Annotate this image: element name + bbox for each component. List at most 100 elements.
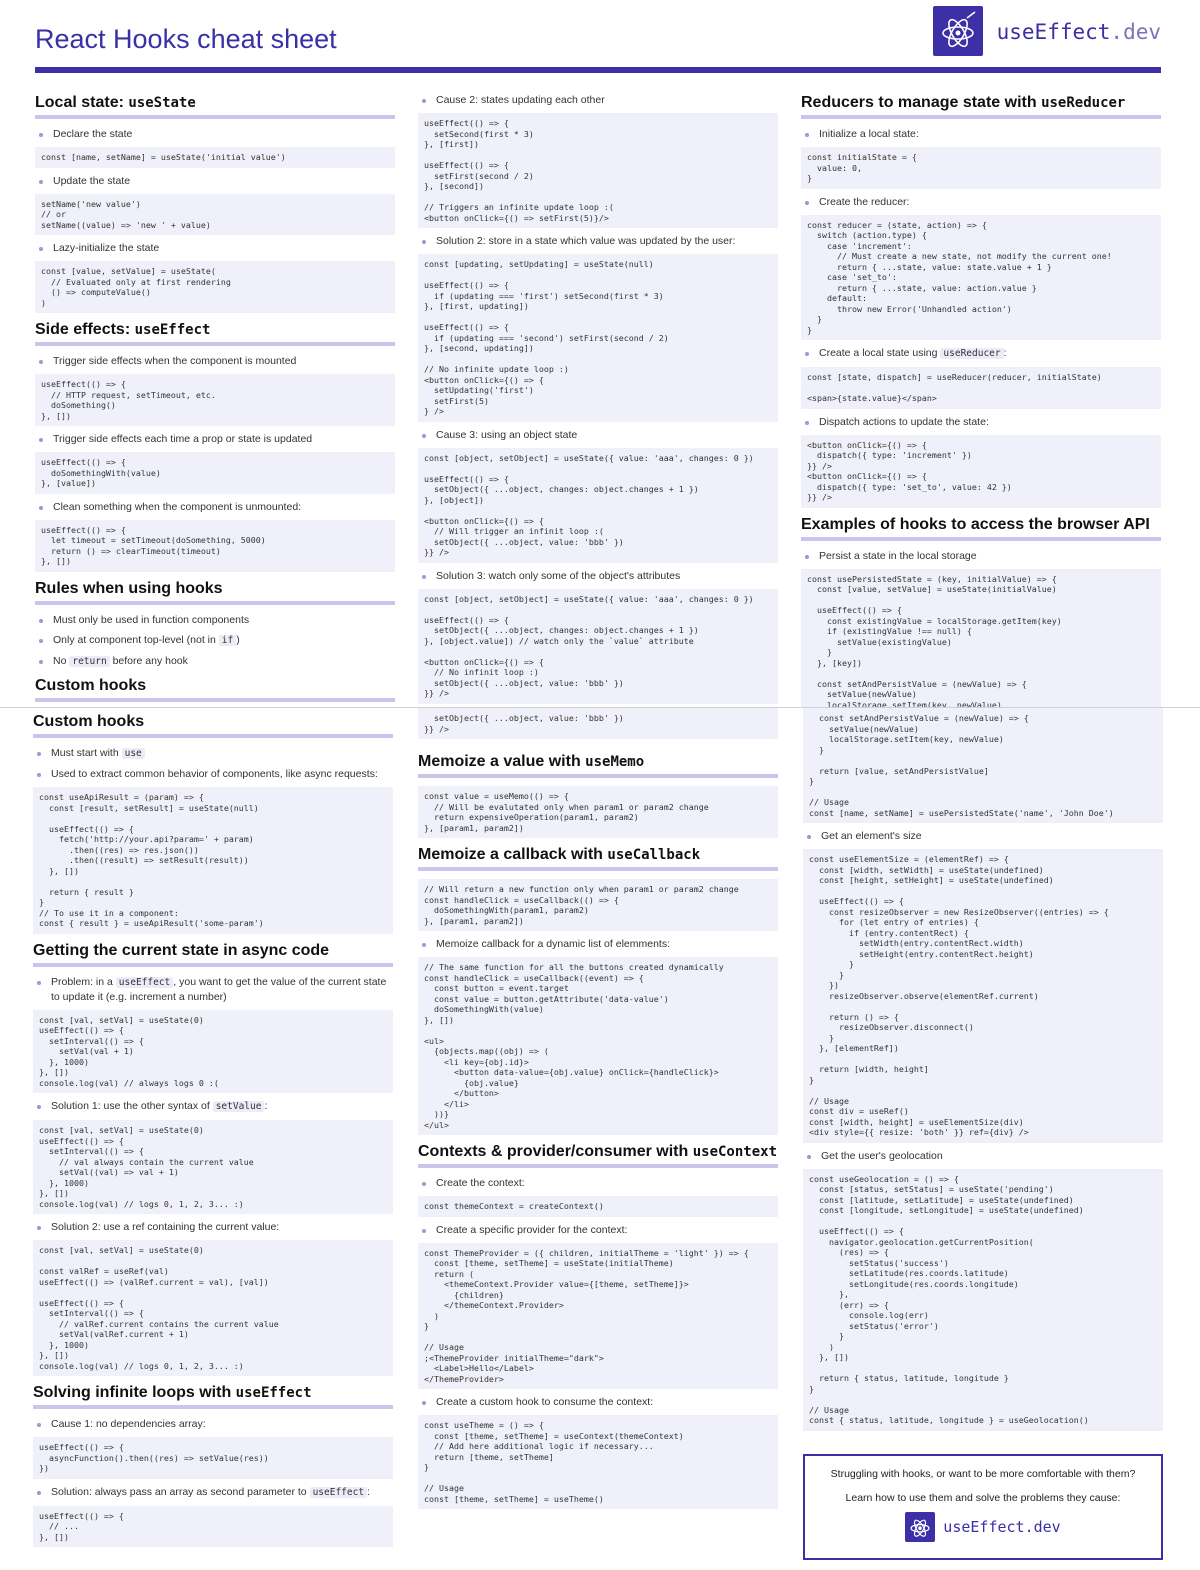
code-block: const setAndPersistValue = (newValue) =>… <box>803 708 1163 823</box>
list-item: Dispatch actions to update the state: <box>801 415 1161 429</box>
code-block: const value = useMemo(() => { // Will be… <box>418 786 778 838</box>
page1-column-2: Cause 2: states updating each other useE… <box>418 88 778 707</box>
code-block: useEffect(() => { // HTTP request, setTi… <box>35 374 395 426</box>
code-block: const initialState = { value: 0, } <box>801 147 1161 189</box>
list-item: Solution: always pass an array as second… <box>33 1485 393 1500</box>
cta-brand-link[interactable]: useEffect.dev <box>905 1512 1061 1542</box>
list-item: Cause 3: using an object state <box>418 428 778 442</box>
list-item: Create the context: <box>418 1176 778 1190</box>
section-usememo: Memoize a value with useMemo const value… <box>418 753 778 838</box>
section-usecallback: Memoize a callback with useCallback // W… <box>418 846 778 1135</box>
list-item: Declare the state <box>35 127 395 141</box>
code-block: const [updating, setUpdating] = useState… <box>418 254 778 422</box>
list-item: No return before any hook <box>35 654 395 669</box>
list-item: Must only be used in function components <box>35 613 395 627</box>
list-item: Create a specific provider for the conte… <box>418 1223 778 1237</box>
code-block: <button onClick={() => { dispatch({ type… <box>801 434 1161 508</box>
list-item: Create the reducer: <box>801 195 1161 209</box>
section-infinite-loops: Solving infinite loops with useEffect Ca… <box>33 1384 393 1547</box>
list-item: Trigger side effects when the component … <box>35 354 395 368</box>
list-item: Only at component top-level (not in if) <box>35 633 395 648</box>
section-title: Rules when using hooks <box>35 580 395 605</box>
list-item: Cause 1: no dependencies array: <box>33 1417 393 1431</box>
list-item: Used to extract common behavior of compo… <box>33 767 393 781</box>
page-title: React Hooks cheat sheet <box>35 24 337 54</box>
section-title: Side effects: useEffect <box>35 321 395 346</box>
code-block: useEffect(() => { let timeout = setTimeo… <box>35 519 395 572</box>
list-item: Initialize a local state: <box>801 127 1161 141</box>
list-item: Problem: in a useEffect, you want to get… <box>33 975 393 1004</box>
code-block: const reducer = (state, action) => { swi… <box>801 214 1161 340</box>
code-block: const ThemeProvider = ({ children, initi… <box>418 1242 778 1389</box>
brand-logo-text[interactable]: useEffect.dev <box>997 20 1161 44</box>
list-item: Trigger side effects each time a prop or… <box>35 432 395 446</box>
code-block: const [name, setName] = useState('initia… <box>35 147 395 168</box>
section-async-state: Getting the current state in async code … <box>33 942 393 1376</box>
section-title: Local state: useState <box>35 94 395 119</box>
atom-logo-icon <box>905 1512 936 1542</box>
code-block: const [val, setVal] = useState(0) const … <box>33 1240 393 1376</box>
header-divider <box>35 67 1161 73</box>
section-rules: Rules when using hooks Must only be used… <box>35 580 395 669</box>
list-item: Update the state <box>35 174 395 188</box>
code-block: const useTheme = () => { const [theme, s… <box>418 1415 778 1509</box>
code-block: const useApiResult = (param) => { const … <box>33 787 393 934</box>
section-title: Getting the current state in async code <box>33 942 393 967</box>
page-2: Custom hooks Must start with use Used to… <box>0 708 1200 1570</box>
list-item: Create a custom hook to consume the cont… <box>418 1395 778 1409</box>
cta-text: Struggling with hooks, or want to be mor… <box>830 1468 1136 1480</box>
code-block: setObject({ ...object, value: 'bbb' }) }… <box>418 708 778 739</box>
list-item: Get the user's geolocation <box>803 1149 1163 1163</box>
cta-text: Learn how to use them and solve the prob… <box>845 1492 1121 1504</box>
code-block: const [val, setVal] = useState(0) useEff… <box>33 1009 393 1093</box>
list-item: Solution 2: store in a state which value… <box>418 234 778 248</box>
section-title: Custom hooks <box>33 713 393 738</box>
page1-column-1: Local state: useState Declare the state … <box>35 94 395 707</box>
cta-brand-text: useEffect.dev <box>943 1518 1061 1536</box>
code-block: const [object, setObject] = useState({ v… <box>418 447 778 563</box>
page2-column-1: Custom hooks Must start with use Used to… <box>33 713 393 1555</box>
section-custom-hooks: Custom hooks Must start with use Used to… <box>33 713 393 934</box>
code-block: setName('new value') // or setName((valu… <box>35 193 395 235</box>
code-block: const [object, setObject] = useState({ v… <box>418 588 778 704</box>
section-browser-api: Examples of hooks to access the browser … <box>801 516 1161 707</box>
section-usecontext: Contexts & provider/consumer with useCon… <box>418 1143 778 1509</box>
list-item: Persist a state in the local storage <box>801 549 1161 563</box>
list-item: Cause 2: states updating each other <box>418 93 778 107</box>
code-block: useEffect(() => { setSecond(first * 3) }… <box>418 113 778 228</box>
code-block: const [val, setVal] = useState(0) useEff… <box>33 1120 393 1214</box>
list-item: Get an element's size <box>803 829 1163 843</box>
section-title: Memoize a value with useMemo <box>418 753 778 778</box>
atom-logo-icon <box>933 6 983 56</box>
cta-box: Struggling with hooks, or want to be mor… <box>803 1454 1163 1560</box>
section-title: Reducers to manage state with useReducer <box>801 94 1161 119</box>
code-block: useEffect(() => { // ... }, []) <box>33 1505 393 1547</box>
list-item: Create a local state using useReducer: <box>801 346 1161 361</box>
code-block: const usePersistedState = (key, initialV… <box>801 568 1161 707</box>
list-item: Clean something when the component is un… <box>35 500 395 514</box>
section-custom-hooks-teaser: Custom hooks <box>35 677 395 702</box>
code-block: const themeContext = createContext() <box>418 1196 778 1217</box>
code-block: const [state, dispatch] = useReducer(red… <box>801 367 1161 409</box>
code-block: // Will return a new function only when … <box>418 879 778 931</box>
list-item: Must start with use <box>33 746 393 761</box>
section-title: Examples of hooks to access the browser … <box>801 516 1161 541</box>
list-item: Memoize callback for a dynamic list of e… <box>418 937 778 951</box>
section-usestate: Local state: useState Declare the state … <box>35 94 395 313</box>
page2-column-2: setObject({ ...object, value: 'bbb' }) }… <box>418 708 778 1517</box>
section-title: Contexts & provider/consumer with useCon… <box>418 1143 778 1168</box>
list-item: Lazy-initialize the state <box>35 241 395 255</box>
page-1: React Hooks cheat sheet useEffect.dev Lo… <box>0 0 1200 708</box>
code-block: const useElementSize = (elementRef) => {… <box>803 849 1163 1143</box>
code-block: // The same function for all the buttons… <box>418 957 778 1135</box>
code-block: useEffect(() => { doSomethingWith(value)… <box>35 452 395 494</box>
section-title: Solving infinite loops with useEffect <box>33 1384 393 1409</box>
code-block: const useGeolocation = () => { const [st… <box>803 1168 1163 1431</box>
page1-column-3: Reducers to manage state with useReducer… <box>801 94 1161 707</box>
list-item: Solution 3: watch only some of the objec… <box>418 569 778 583</box>
page-header: React Hooks cheat sheet useEffect.dev <box>35 0 1161 74</box>
section-usereducer: Reducers to manage state with useReducer… <box>801 94 1161 508</box>
code-block: const [value, setValue] = useState( // E… <box>35 261 395 313</box>
code-block: useEffect(() => { asyncFunction().then((… <box>33 1437 393 1479</box>
section-title: Custom hooks <box>35 677 395 702</box>
